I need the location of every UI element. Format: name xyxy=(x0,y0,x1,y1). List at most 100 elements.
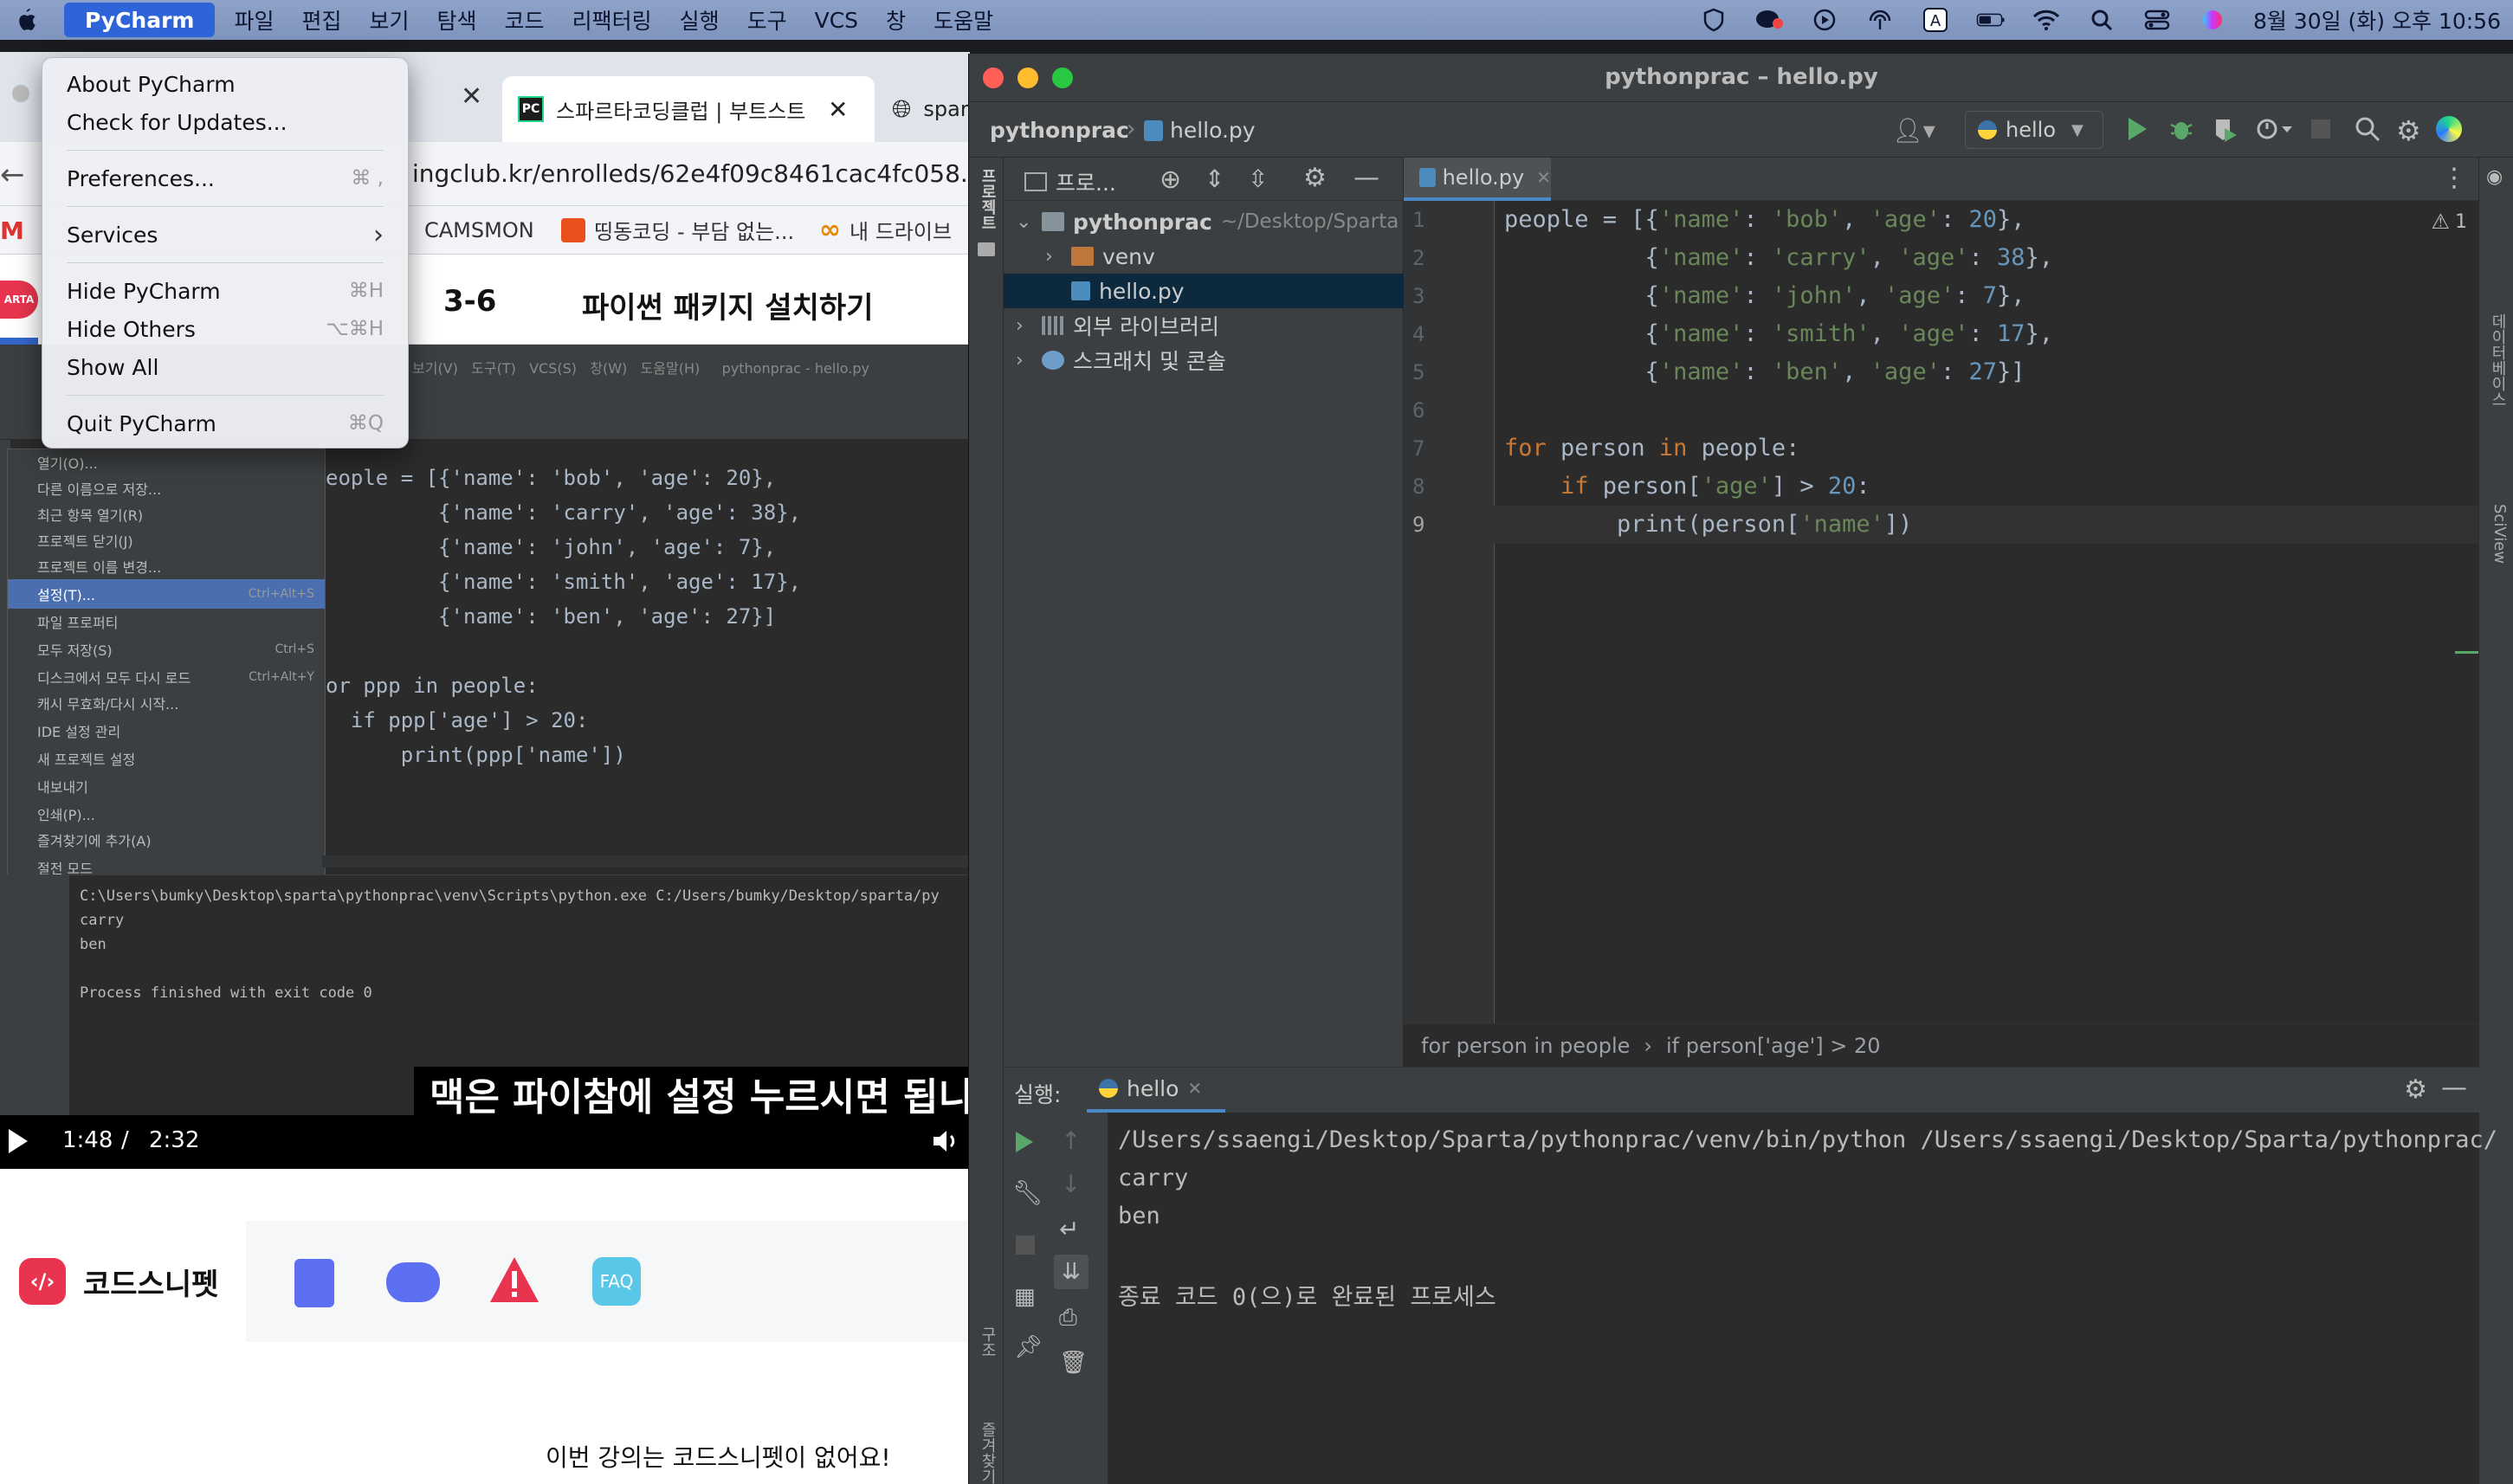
rerun-icon[interactable] xyxy=(1014,1130,1035,1158)
tool-favorites[interactable]: 즐겨찾기 xyxy=(974,1422,998,1484)
comment-icon[interactable] xyxy=(386,1262,440,1302)
trash-icon[interactable]: 🗑︎ xyxy=(1059,1350,1088,1376)
project-view-select[interactable]: 프로... xyxy=(1024,166,1116,197)
menu-item-about[interactable]: About PyCharm xyxy=(42,65,408,103)
locate-icon[interactable]: ⊕ xyxy=(1160,165,1181,195)
menu-item-hide-others[interactable]: Hide Others ⌥⌘H xyxy=(42,310,408,348)
chat-bubble-icon[interactable] xyxy=(1754,8,1784,32)
tool-sciview[interactable]: SciView xyxy=(2484,504,2509,564)
code-area[interactable]: people = [{'name': 'bob', 'age': 20}, {'… xyxy=(1504,201,2479,1023)
menu-item-check-updates[interactable]: Check for Updates... xyxy=(42,103,408,141)
play-circle-icon[interactable] xyxy=(1810,8,1839,32)
menu-tools[interactable]: 도구 xyxy=(733,0,801,40)
chevron-right-icon[interactable]: › xyxy=(1045,246,1071,268)
crumb-if[interactable]: if person['age'] > 20 xyxy=(1666,1034,1881,1058)
menu-item-services[interactable]: Services › xyxy=(42,216,408,254)
menu-file[interactable]: 파일 xyxy=(220,0,287,40)
print-icon[interactable]: ⎙ xyxy=(1059,1305,1077,1332)
tree-node[interactable]: hello.py xyxy=(1004,274,1404,308)
battery-icon[interactable] xyxy=(1976,8,2006,32)
more-vertical-icon[interactable]: ⋮ xyxy=(2441,163,2467,193)
tool-project[interactable]: 프로젝트 xyxy=(974,168,998,230)
chevron-right-icon[interactable]: › xyxy=(1016,350,1042,371)
tab-close-icon[interactable]: ✕ xyxy=(461,81,482,112)
tool-database[interactable]: 데이터베이스 xyxy=(2484,313,2509,407)
menu-code[interactable]: 코드 xyxy=(491,0,559,40)
stop-icon[interactable] xyxy=(1016,1236,1035,1255)
browser-tab-next[interactable]: 🌐︎ spar xyxy=(876,76,970,142)
chevron-down-icon[interactable]: ⌄ xyxy=(1016,211,1042,233)
apple-icon[interactable] xyxy=(10,4,42,35)
bookmark-camsmon[interactable]: CAMSMON xyxy=(424,218,534,242)
user-icon[interactable]: 👤︎▾ xyxy=(1890,114,1937,145)
down-arrow-icon[interactable]: ↓ xyxy=(1061,1170,1081,1198)
debug-icon[interactable] xyxy=(2169,116,2193,145)
expand-all-icon[interactable]: ⇕ xyxy=(1205,165,1224,193)
menu-item-show-all[interactable]: Show All xyxy=(42,348,408,386)
menu-help[interactable]: 도움말 xyxy=(920,0,1007,40)
soft-wrap-icon[interactable]: ↵ xyxy=(1059,1215,1079,1243)
sparta-logo[interactable]: ARTA xyxy=(0,281,38,319)
minimize-icon[interactable]: — xyxy=(2441,1073,2467,1103)
siri-icon[interactable] xyxy=(2198,8,2227,32)
pin-icon[interactable]: 📌︎ xyxy=(1014,1334,1043,1360)
layout-icon[interactable]: ▦ xyxy=(1014,1284,1036,1310)
input-source-icon[interactable]: A xyxy=(1921,8,1950,32)
close-icon[interactable]: ✕ xyxy=(1187,1078,1202,1099)
menu-vcs[interactable]: VCS xyxy=(801,0,872,40)
url-field[interactable]: ingclub.kr/enrolleds/62e4f09c8461cac4fc0… xyxy=(412,159,970,188)
browser-tab-active[interactable]: PC 스파르타코딩클럽 | 부트스트랩 ✕ xyxy=(502,76,875,142)
nav-file[interactable]: hello.py xyxy=(1144,118,1256,143)
faq-icon[interactable]: FAQ xyxy=(592,1257,641,1306)
bookmark-ddingdong[interactable]: 띵동코딩 - 부담 없는... xyxy=(561,215,794,245)
jetbrains-icon[interactable] xyxy=(2436,116,2462,142)
warning-indicator[interactable]: ⚠ 1 xyxy=(2431,210,2467,234)
nav-project[interactable]: pythonprac xyxy=(990,118,1129,143)
tab-close-icon[interactable]: ✕ xyxy=(828,95,848,124)
tree-node[interactable]: ⌄ pythonprac ~/Desktop/Sparta xyxy=(1004,204,1404,239)
airdrop-icon[interactable] xyxy=(1865,8,1895,32)
wrench-icon[interactable]: 🔧︎ xyxy=(1012,1178,1043,1207)
crumb-for[interactable]: for person in people xyxy=(1421,1034,1630,1058)
editor-tab-hello[interactable]: hello.py ✕ xyxy=(1404,158,1551,201)
minimize-icon[interactable]: — xyxy=(1353,163,1379,193)
tree-node[interactable]: › 외부 라이브러리 xyxy=(1004,308,1404,343)
notes-icon[interactable] xyxy=(294,1259,334,1307)
chevron-right-icon[interactable]: › xyxy=(1016,315,1042,337)
run-output[interactable]: /Users/ssaengi/Desktop/Sparta/pythonprac… xyxy=(1118,1121,2497,1484)
run-tab-hello[interactable]: hello ✕ xyxy=(1087,1068,1225,1113)
stop-icon[interactable] xyxy=(2311,119,2330,139)
control-center-icon[interactable] xyxy=(2142,8,2172,32)
menu-item-preferences[interactable]: Preferences... ⌘ , xyxy=(42,159,408,197)
warning-icon[interactable] xyxy=(488,1255,540,1307)
coverage-icon[interactable] xyxy=(2213,116,2238,145)
tree-node[interactable]: › 스크래치 및 콘솔 xyxy=(1004,343,1404,377)
back-arrow-icon[interactable]: ← xyxy=(0,158,25,192)
up-arrow-icon[interactable]: ↑ xyxy=(1061,1126,1081,1155)
volume-icon[interactable] xyxy=(932,1127,961,1158)
gmail-icon[interactable]: M xyxy=(0,216,24,245)
tool-notifications-icon[interactable]: ◉ xyxy=(2486,166,2503,188)
menu-refactor[interactable]: 리팩터링 xyxy=(559,0,666,40)
lecture-video[interactable]: 보기(V) 도구(T) VCS(S) 창(W) 도움말(H) pythonpra… xyxy=(0,345,970,1169)
snippet-tab[interactable]: ‹/› 코드스니펫 xyxy=(0,1221,246,1342)
run-config-select[interactable]: hello ▼ xyxy=(1965,111,2103,149)
close-icon[interactable]: ✕ xyxy=(1536,167,1551,188)
wifi-icon[interactable] xyxy=(2032,8,2061,32)
spotlight-search-icon[interactable] xyxy=(2087,8,2116,32)
gear-icon[interactable]: ⚙ xyxy=(2404,1074,2427,1105)
shield-icon[interactable] xyxy=(1699,8,1728,32)
gear-icon[interactable]: ⚙ xyxy=(2396,114,2421,147)
window-close-dot[interactable] xyxy=(12,85,29,102)
menu-window[interactable]: 창 xyxy=(872,0,920,40)
search-icon[interactable] xyxy=(2355,116,2381,145)
tree-node[interactable]: › venv xyxy=(1004,239,1404,274)
menubar-clock[interactable]: 8월 30일 (화) 오후 10:56 xyxy=(2253,4,2501,35)
menu-view[interactable]: 보기 xyxy=(356,0,423,40)
menu-edit[interactable]: 편집 xyxy=(288,0,356,40)
profile-icon[interactable] xyxy=(2256,116,2294,145)
collapse-all-icon[interactable]: ⇳ xyxy=(1248,165,1268,193)
gear-icon[interactable]: ⚙ xyxy=(1303,163,1327,193)
menu-navigate[interactable]: 탐색 xyxy=(423,0,491,40)
menu-pycharm[interactable]: PyCharm xyxy=(64,3,216,37)
